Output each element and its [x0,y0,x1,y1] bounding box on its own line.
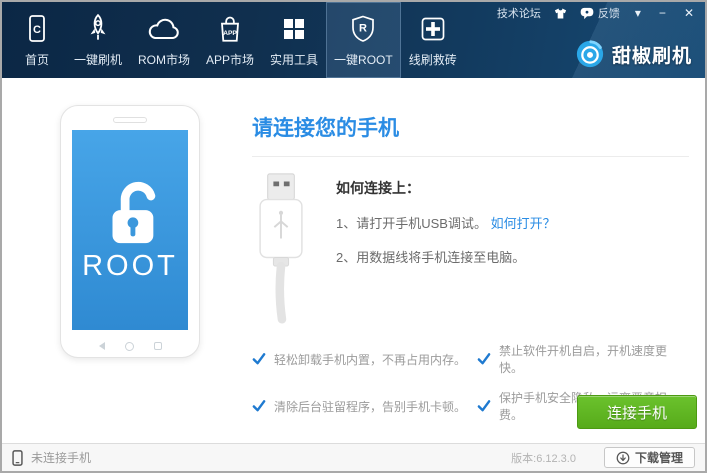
howto-heading: 如何连接上： [336,178,556,198]
feedback-button[interactable]: 反馈 [580,5,620,21]
logo-text: 甜椒刷机 [612,41,692,68]
check-icon [477,352,491,366]
howto-section: 如何连接上： 1、请打开手机USB调试。 如何打开？ 2、用数据线将手机连接至电… [252,172,689,324]
howto-step-1: 1、请打开手机USB调试。 如何打开？ [336,213,556,232]
app-bag-icon-letters: APP [223,30,237,37]
howto-text: 如何连接上： 1、请打开手机USB调试。 如何打开？ 2、用数据线将手机连接至电… [336,172,556,324]
connection-status: 未连接手机 [12,449,91,466]
app-window: C 首页 一键刷机 ROM市场 APP APP市场 [0,0,707,473]
phone-illustration: ROOT [60,105,200,358]
connect-phone-button[interactable]: 连接手机 [577,395,697,429]
tab-label: 线刷救砖 [409,51,457,68]
check-icon [252,352,266,366]
feature-item: 清除后台驻留程序，告别手机卡顿。 [252,389,467,423]
feedback-label: 反馈 [598,5,620,21]
status-text: 未连接手机 [31,449,91,466]
top-nav: C 首页 一键刷机 ROM市场 APP APP市场 [2,2,705,78]
feature-text: 禁止软件开机自启，开机速度更快。 [499,342,689,376]
feature-text: 轻松卸载手机内置，不再占用内存。 [274,351,466,368]
check-icon [477,399,491,413]
minimize-button[interactable]: − [656,6,669,20]
tab-app-market[interactable]: APP APP市场 [198,2,262,78]
tab-label: ROM市场 [138,51,190,68]
tab-brick-rescue[interactable]: 线刷救砖 [401,2,465,78]
unlock-icon [92,178,168,248]
feature-text: 清除后台驻留程序，告别手机卡顿。 [274,398,466,415]
feature-item: 禁止软件开机自启，开机速度更快。 [477,342,689,376]
brick-rescue-icon [418,11,448,47]
home-icon-letter: C [33,24,41,36]
download-label: 下载管理 [635,449,683,466]
recents-icon [154,342,162,350]
feature-item: 轻松卸载手机内置，不再占用内存。 [252,342,467,376]
titlebar: 技术论坛 反馈 ▾ − ✕ [497,5,697,21]
menu-chevron-icon[interactable]: ▾ [632,6,644,20]
tab-label: 首页 [25,51,49,68]
tab-label: APP市场 [206,51,254,68]
app-bag-icon: APP [214,11,246,47]
usb-cable-icon [252,172,310,324]
phone-root-label: ROOT [82,250,178,283]
how-to-open-link[interactable]: 如何打开？ [491,216,556,231]
logo-icon [575,39,605,69]
close-button[interactable]: ✕ [681,6,697,20]
check-icon [252,399,266,413]
home-circle-icon [125,342,134,351]
step2-text: 2、用数据线将手机连接至电脑。 [336,250,525,265]
page-title: 请连接您的手机 [252,112,689,142]
step1-text: 1、请打开手机USB调试。 [336,216,487,231]
divider [252,156,689,157]
shield-root-icon-letter: R [359,23,367,35]
tab-label: 一键ROOT [334,51,393,68]
phone-status-icon [12,450,23,466]
main-content: ROOT 请连接您的手机 [2,78,705,443]
skin-icon[interactable] [553,7,568,20]
home-icon: C [22,11,52,47]
tab-rom-market[interactable]: ROM市场 [130,2,198,78]
tab-utilities[interactable]: 实用工具 [262,2,326,78]
phone-earpiece [113,117,147,123]
cloud-icon [146,11,182,47]
connect-panel: 请连接您的手机 如何连接上： 1、请打开手机USB调试。 [252,112,689,423]
shield-root-icon: R [348,11,378,47]
phone-screen: ROOT [72,130,188,330]
version-text: 版本:6.12.3.0 [511,450,576,466]
rocket-icon [82,11,114,47]
status-bar: 未连接手机 版本:6.12.3.0 下载管理 [2,443,705,471]
download-manager-button[interactable]: 下载管理 [604,447,695,468]
forum-link[interactable]: 技术论坛 [497,5,541,21]
tab-one-key-root[interactable]: R 一键ROOT [326,2,401,78]
grid-icon [279,11,309,47]
tab-home[interactable]: C 首页 [8,2,66,78]
app-logo: 甜椒刷机 [575,39,692,69]
tab-label: 实用工具 [270,51,318,68]
tab-one-key-flash[interactable]: 一键刷机 [66,2,130,78]
howto-step-2: 2、用数据线将手机连接至电脑。 [336,247,556,266]
tab-label: 一键刷机 [74,51,122,68]
speech-bubble-icon [580,7,594,20]
back-icon [99,342,105,350]
phone-nav-buttons [61,333,199,359]
status-right: 版本:6.12.3.0 下载管理 [511,447,695,468]
download-icon [616,451,630,465]
